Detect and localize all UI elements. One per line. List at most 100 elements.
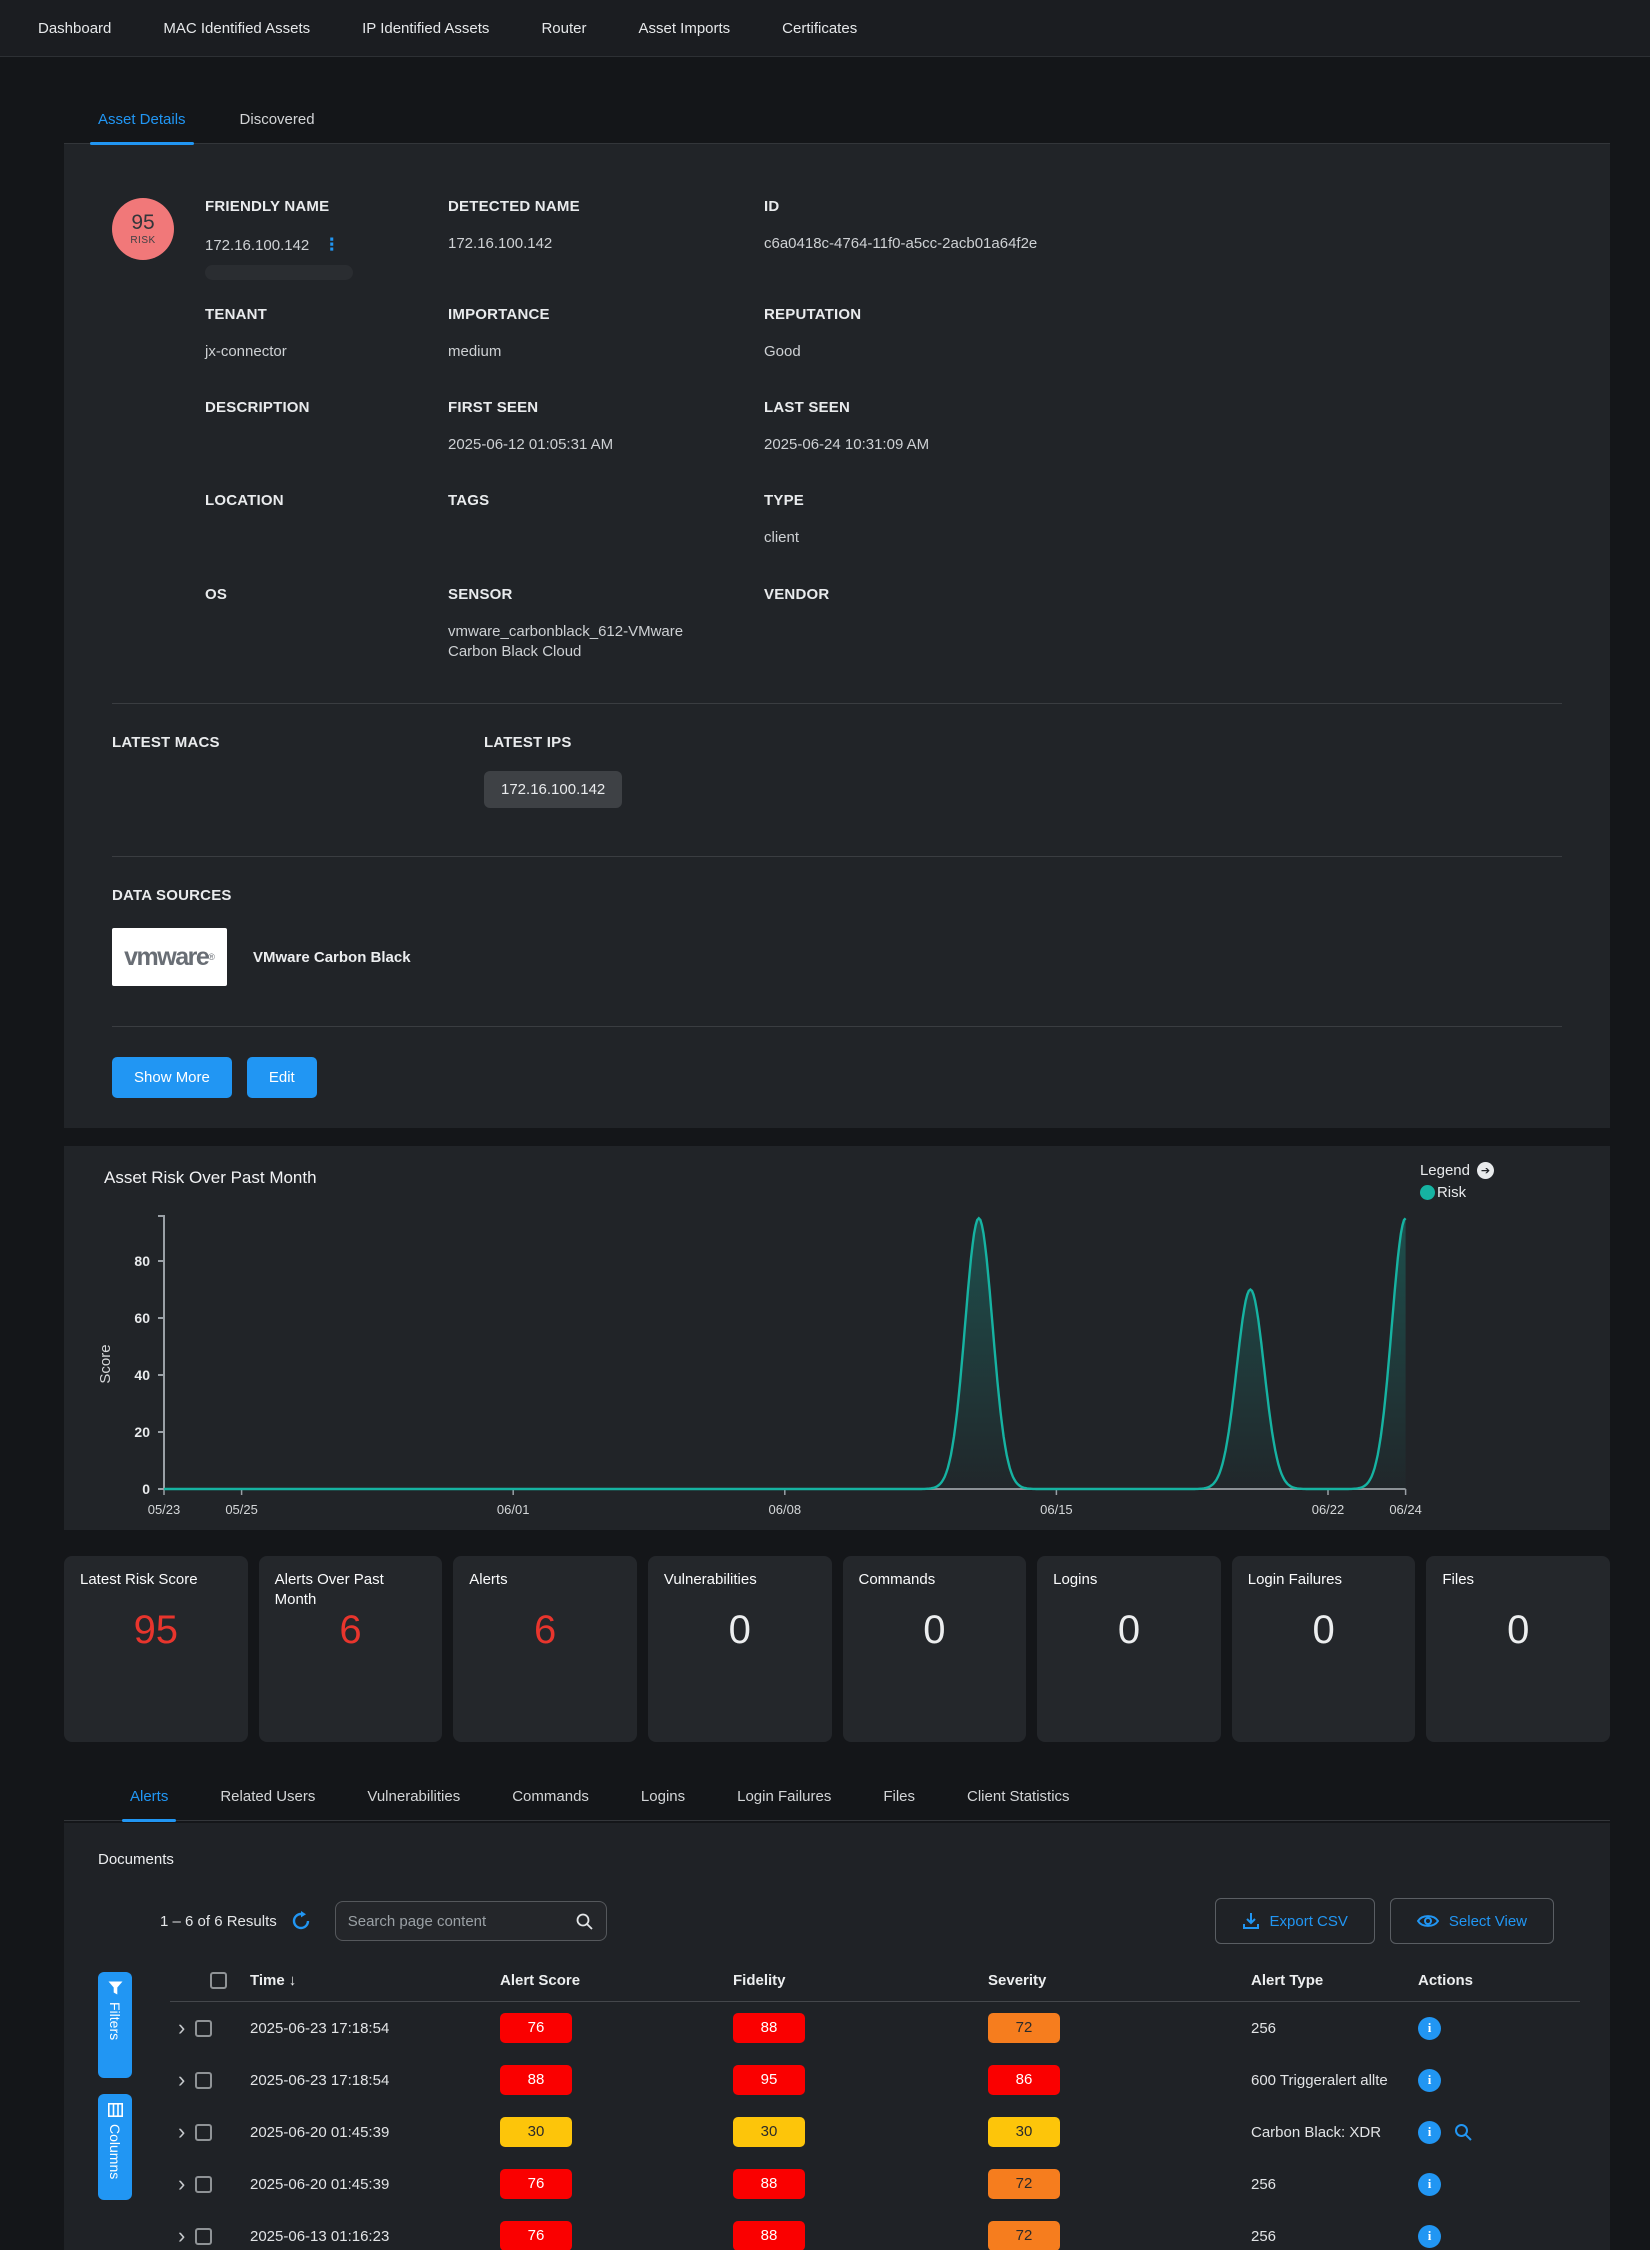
tab-discovered[interactable]: Discovered: [236, 99, 319, 143]
card-files: Files 0: [1426, 1556, 1610, 1742]
vmware-logo: vmware®: [112, 928, 227, 986]
select-all-checkbox[interactable]: [210, 1972, 227, 1989]
tab-login-failures[interactable]: Login Failures: [733, 1776, 835, 1820]
latest-ip-chip[interactable]: 172.16.100.142: [484, 771, 622, 808]
severity-chip: 72: [988, 2221, 1060, 2250]
metric-value: 0: [843, 1608, 1027, 1653]
column-header-time[interactable]: Time↓: [250, 1972, 500, 1989]
tab-logins[interactable]: Logins: [637, 1776, 689, 1820]
card-latest-risk-score: Latest Risk Score 95: [64, 1556, 248, 1742]
download-icon: [1242, 1912, 1260, 1930]
cell-time: 2025-06-23 17:18:54: [250, 2072, 500, 2089]
nav-item-asset-imports[interactable]: Asset Imports: [638, 20, 730, 37]
tab-related-users[interactable]: Related Users: [216, 1776, 319, 1820]
data-source-name: VMware Carbon Black: [253, 949, 411, 966]
field-first-seen: FIRST SEEN 2025-06-12 01:05:31 AM: [448, 399, 764, 455]
expand-row-icon[interactable]: ›: [178, 2225, 185, 2247]
legend-series-risk[interactable]: Risk: [1420, 1184, 1494, 1201]
section-divider: [112, 703, 1562, 704]
cell-alert-type: 600 Triggeralert allte: [1251, 2072, 1418, 2089]
fidelity-chip: 88: [733, 2169, 805, 2199]
tab-asset-details[interactable]: Asset Details: [94, 99, 190, 143]
field-friendly-name: FRIENDLY NAME 172.16.100.142⋮: [205, 198, 448, 280]
info-icon[interactable]: i: [1418, 2069, 1441, 2092]
nav-item-ip-identified-assets[interactable]: IP Identified Assets: [362, 20, 489, 37]
legend-collapse-arrow-icon[interactable]: ➔: [1477, 1162, 1494, 1179]
field-importance: IMPORTANCE medium: [448, 306, 764, 362]
expand-row-icon[interactable]: ›: [178, 2173, 185, 2195]
risk-line-chart: 02040608005/2305/2506/0106/0806/1506/220…: [94, 1204, 1494, 1524]
row-checkbox[interactable]: [195, 2124, 212, 2141]
risk-score-value: 95: [131, 212, 154, 233]
field-last-seen: LAST SEEN 2025-06-24 10:31:09 AM: [764, 399, 1562, 455]
row-checkbox[interactable]: [195, 2020, 212, 2037]
metric-value: 0: [1232, 1608, 1416, 1653]
search-input[interactable]: [348, 1913, 575, 1930]
expand-row-icon[interactable]: ›: [178, 2017, 185, 2039]
column-header-severity[interactable]: Severity: [988, 1972, 1251, 1989]
svg-text:06/01: 06/01: [497, 1502, 530, 1517]
field-reputation: REPUTATION Good: [764, 306, 1562, 362]
expand-row-icon[interactable]: ›: [178, 2121, 185, 2143]
svg-text:40: 40: [134, 1367, 150, 1383]
filters-button[interactable]: Filters: [98, 1972, 132, 2078]
metric-value: 0: [648, 1608, 832, 1653]
column-header-alert-score[interactable]: Alert Score: [500, 1972, 733, 1989]
column-header-actions: Actions: [1418, 1972, 1580, 1989]
info-icon[interactable]: i: [1418, 2121, 1441, 2144]
field-tenant: TENANT jx-connector: [205, 306, 448, 362]
field-vendor: VENDOR: [764, 586, 1562, 663]
row-checkbox[interactable]: [195, 2228, 212, 2245]
latest-ips: LATEST IPS 172.16.100.142: [484, 734, 1562, 830]
table-row: › 2025-06-20 01:45:39 30 30 30 Carbon Bl…: [170, 2106, 1580, 2158]
top-navbar: Dashboard MAC Identified Assets IP Ident…: [0, 0, 1650, 57]
row-checkbox[interactable]: [195, 2072, 212, 2089]
nav-item-router[interactable]: Router: [541, 20, 586, 37]
tab-commands[interactable]: Commands: [508, 1776, 593, 1820]
columns-button[interactable]: Columns: [98, 2094, 132, 2200]
nav-item-mac-identified-assets[interactable]: MAC Identified Assets: [163, 20, 310, 37]
expand-row-icon[interactable]: ›: [178, 2069, 185, 2091]
nav-item-dashboard[interactable]: Dashboard: [38, 20, 111, 37]
svg-text:Score: Score: [97, 1345, 114, 1384]
type-value: client: [764, 528, 1562, 548]
friendly-name-value: 172.16.100.142: [205, 237, 309, 254]
kebab-menu-icon[interactable]: ⋮: [323, 235, 340, 254]
alert-score-chip: 76: [500, 2169, 572, 2199]
search-box: [335, 1901, 607, 1941]
table-row: › 2025-06-23 17:18:54 88 95 86 600 Trigg…: [170, 2054, 1580, 2106]
tab-vulnerabilities[interactable]: Vulnerabilities: [363, 1776, 464, 1820]
edit-button[interactable]: Edit: [247, 1057, 317, 1098]
alert-score-chip: 76: [500, 2221, 572, 2250]
tab-files[interactable]: Files: [879, 1776, 919, 1820]
tab-alerts[interactable]: Alerts: [126, 1776, 172, 1820]
export-csv-button[interactable]: Export CSV: [1215, 1898, 1375, 1944]
search-action-icon[interactable]: [1453, 2122, 1473, 2142]
svg-text:06/08: 06/08: [769, 1502, 802, 1517]
row-checkbox[interactable]: [195, 2176, 212, 2193]
show-more-button[interactable]: Show More: [112, 1057, 232, 1098]
info-icon[interactable]: i: [1418, 2017, 1441, 2040]
nav-item-certificates[interactable]: Certificates: [782, 20, 857, 37]
svg-text:06/24: 06/24: [1389, 1502, 1422, 1517]
svg-text:0: 0: [142, 1481, 150, 1497]
field-sensor: SENSOR vmware_carbonblack_612-VMware Car…: [448, 586, 764, 663]
tab-client-statistics[interactable]: Client Statistics: [963, 1776, 1074, 1820]
column-header-fidelity[interactable]: Fidelity: [733, 1972, 988, 1989]
table-row: › 2025-06-13 01:16:23 76 88 72 256 i: [170, 2210, 1580, 2250]
search-icon[interactable]: [575, 1912, 594, 1931]
metric-value: 95: [64, 1608, 248, 1653]
sort-desc-icon: ↓: [289, 1972, 297, 1989]
metric-value: 0: [1426, 1608, 1610, 1653]
info-icon[interactable]: i: [1418, 2225, 1441, 2248]
alerts-table: Filters Columns Time↓ Alert Score Fideli…: [94, 1972, 1580, 2250]
info-icon[interactable]: i: [1418, 2173, 1441, 2196]
select-view-button[interactable]: Select View: [1390, 1898, 1554, 1944]
cell-time: 2025-06-20 01:45:39: [250, 2124, 500, 2141]
column-header-alert-type[interactable]: Alert Type: [1251, 1972, 1418, 1989]
field-location: LOCATION: [205, 492, 448, 548]
result-tab-bar: Alerts Related Users Vulnerabilities Com…: [64, 1776, 1610, 1821]
refresh-icon[interactable]: [291, 1911, 311, 1931]
last-seen-value: 2025-06-24 10:31:09 AM: [764, 435, 1562, 455]
results-count: 1 – 6 of 6 Results: [160, 1913, 277, 1930]
